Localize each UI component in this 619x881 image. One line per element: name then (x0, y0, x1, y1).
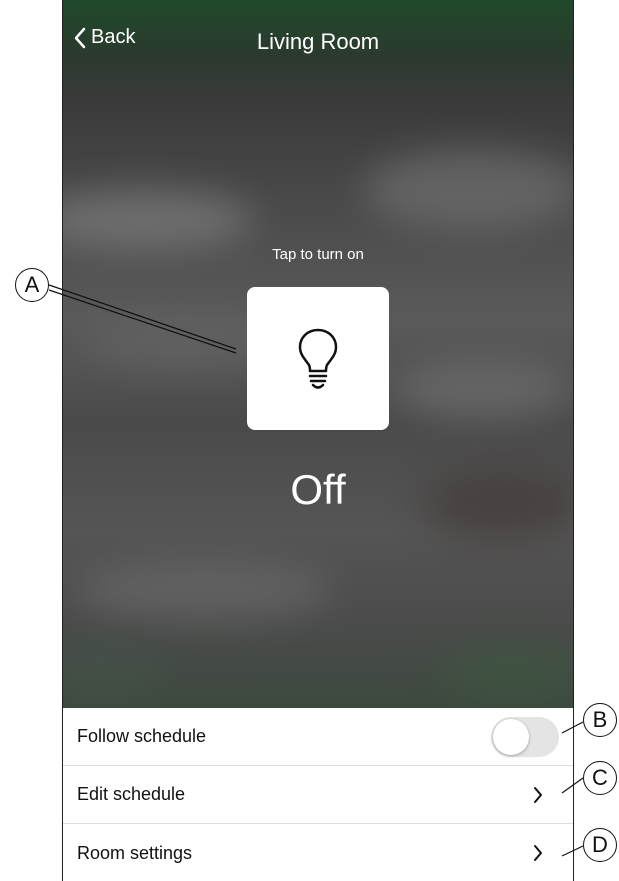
callout-a: A (15, 268, 49, 302)
background-blur (393, 360, 573, 420)
light-toggle-button[interactable] (247, 287, 389, 430)
page: Back Living Room Tap to turn on Off Foll… (0, 0, 619, 881)
toggle-knob (493, 718, 529, 755)
follow-schedule-label: Follow schedule (77, 726, 207, 746)
follow-schedule-toggle[interactable] (491, 716, 559, 757)
room-settings-row[interactable]: Room settings (63, 824, 573, 881)
callout-d: D (583, 828, 617, 862)
room-background: Back Living Room Tap to turn on Off (63, 0, 573, 708)
chevron-right-icon (534, 845, 542, 861)
tap-hint: Tap to turn on (272, 246, 364, 263)
background-blur (363, 150, 573, 230)
background-blur (73, 560, 333, 620)
phone-screen: Back Living Room Tap to turn on Off Foll… (62, 0, 574, 881)
nav-bar: Back Living Room (63, 0, 573, 80)
background-blur (63, 190, 253, 250)
room-settings-label: Room settings (77, 842, 193, 863)
background-blur (63, 640, 163, 700)
lightbulb-icon (298, 328, 338, 389)
callout-b: B (583, 703, 617, 737)
follow-schedule-row: Follow schedule (63, 708, 573, 766)
edit-schedule-row[interactable]: Edit schedule (63, 766, 573, 824)
page-title: Living Room (256, 29, 380, 54)
chevron-right-icon (534, 786, 542, 803)
background-blur (443, 640, 573, 700)
settings-list: Follow schedule Edit schedule Room setti… (63, 708, 573, 881)
callout-c: C (583, 761, 617, 795)
light-state: Off (290, 466, 346, 513)
edit-schedule-label: Edit schedule (77, 784, 186, 804)
